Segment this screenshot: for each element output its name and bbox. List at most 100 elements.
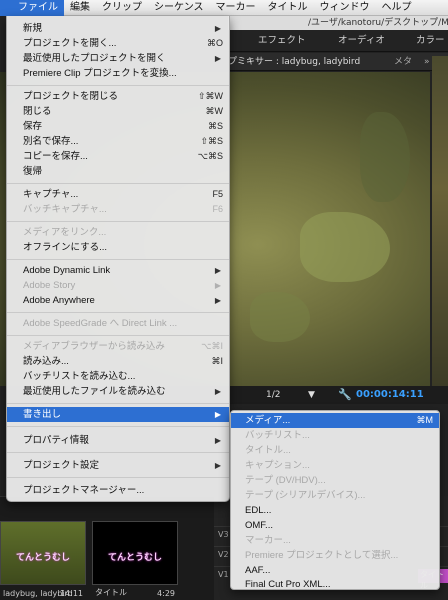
menu-item-project-settings[interactable]: プロジェクト設定 ▶	[7, 458, 229, 473]
menu-item-revert[interactable]: 復帰	[7, 164, 229, 179]
shortcut: ⌘S	[207, 121, 223, 131]
menu-item-export-markers: マーカー...	[245, 535, 291, 546]
shortcut: ⌘M	[416, 415, 434, 425]
shortcut: F5	[212, 189, 223, 199]
track-label: V2	[218, 550, 229, 559]
menu-item-dynamic-link[interactable]: Adobe Dynamic Link ▶	[7, 263, 229, 278]
submenu-arrow-icon: ▶	[214, 296, 221, 305]
submenu-arrow-icon: ▶	[214, 436, 221, 445]
menu-bar: ファイル 編集 クリップ シーケンス マーカー タイトル ウィンドウ ヘルプ	[0, 0, 448, 16]
menu-title[interactable]: タイトル	[262, 0, 314, 16]
menu-separator	[7, 335, 229, 336]
shortcut: ⇧⌘W	[197, 91, 223, 101]
menu-item-save-copy[interactable]: コピーを保存... ⌥⌘S	[7, 149, 229, 164]
menu-help[interactable]: ヘルプ	[376, 0, 418, 16]
file-menu: 新規 ▶ プロジェクトを開く... ⌘O 最近使用したプロジェクトを開く ▶ Prem…	[6, 16, 230, 502]
menu-item-export-fcp-xml[interactable]: Final Cut Pro XML...	[231, 577, 439, 592]
menu-item-import-recent-file[interactable]: 最近使用したファイルを読み込む ▶	[7, 384, 229, 399]
foliage-blur	[300, 212, 390, 282]
menu-item-save[interactable]: 保存 ⌘S	[7, 119, 229, 134]
menu-item-link-media: メディアをリンク...	[23, 227, 107, 238]
submenu-arrow-icon: ▶	[214, 266, 221, 275]
clip-duration: 4:29	[157, 589, 175, 598]
menu-item-export-tape-serial: テープ (シリアルデバイス)...	[245, 490, 366, 501]
menu-item-convert-clip[interactable]: Premiere Clip プロジェクトを変換...	[7, 66, 229, 81]
submenu-arrow-icon: ▶	[214, 24, 221, 33]
menu-separator	[7, 403, 229, 404]
shortcut: ⇧⌘S	[200, 136, 223, 146]
menu-marker[interactable]: マーカー	[210, 0, 262, 16]
panel-overflow-icon[interactable]: »	[424, 53, 430, 70]
menu-window[interactable]: ウィンドウ	[314, 0, 376, 16]
menu-item-import-batch-list[interactable]: バッチリストを読み込む...	[7, 369, 229, 384]
export-submenu: メディア... ⌘M バッチリスト... タイトル... キャプション... テー…	[230, 410, 440, 590]
menu-item-export-omf[interactable]: OMF...	[231, 518, 439, 533]
menu-item-export[interactable]: 書き出し ▶	[7, 407, 229, 422]
menu-item-speedgrade-link: Adobe SpeedGrade へ Direct Link ...	[23, 318, 178, 329]
menu-item-export-premiere-project: Premiere プロジェクトとして選択...	[245, 550, 399, 561]
workspace-tabs: エフェクト オーディオ カラー	[228, 30, 448, 52]
source-monitor-video	[432, 56, 448, 386]
track-label: V3	[218, 530, 229, 539]
menu-separator	[7, 259, 229, 260]
menu-item-export-edl[interactable]: EDL...	[231, 503, 439, 518]
project-panel: てんとうむし ladybug, ladybird 14:11 てんとうむし タイ…	[0, 496, 214, 600]
menu-item-adobe-story: Adobe Story ▶	[23, 280, 221, 291]
menu-item-save-as[interactable]: 別名で保存... ⇧⌘S	[7, 134, 229, 149]
menu-item-new[interactable]: 新規 ▶	[7, 21, 229, 36]
foliage-blur	[250, 292, 310, 342]
menu-edit[interactable]: 編集	[64, 0, 96, 16]
menu-item-export-captions: キャプション...	[245, 460, 310, 471]
window-path: /ユーザ/kanotoru/デスクトップ/MyPr	[228, 16, 448, 30]
submenu-arrow-icon: ▶	[214, 54, 221, 63]
apple-menu[interactable]	[0, 0, 12, 16]
project-clip-thumbnail[interactable]: てんとうむし タイトル 4:29	[92, 521, 178, 598]
chevron-down-icon[interactable]: ▼	[308, 386, 315, 404]
menu-item-properties[interactable]: プロパティ情報 ▶	[7, 433, 229, 448]
menu-item-batch-capture: バッチキャプチャ... F6	[23, 204, 223, 215]
menu-item-capture[interactable]: キャプチャ... F5	[7, 187, 229, 202]
clip-duration: 14:11	[59, 589, 83, 598]
menu-item-make-offline[interactable]: オフラインにする...	[7, 240, 229, 255]
submenu-arrow-icon: ▶	[214, 281, 221, 290]
shortcut: ⌘I	[211, 356, 223, 366]
tab-effects[interactable]: エフェクト	[258, 30, 306, 52]
menu-item-import-media-browser: メディアブラウザーから読み込み ⌥⌘I	[23, 341, 223, 352]
menu-item-export-aaf[interactable]: AAF...	[231, 563, 439, 578]
playback-resolution[interactable]: 1/2	[266, 386, 280, 404]
program-timecode[interactable]: 00:00:14:11	[356, 386, 424, 404]
wrench-icon[interactable]: 🔧	[338, 386, 352, 404]
menu-item-export-media[interactable]: メディア... ⌘M	[231, 413, 439, 428]
clip-title-text: てんとうむし	[15, 553, 70, 563]
submenu-arrow-icon: ▶	[214, 461, 221, 470]
clip-title-text: てんとうむし	[107, 553, 162, 563]
menu-item-close[interactable]: 閉じる ⌘W	[7, 104, 229, 119]
shortcut: ⌥⌘I	[201, 341, 223, 351]
menu-item-import[interactable]: 読み込み... ⌘I	[7, 354, 229, 369]
menu-separator	[7, 221, 229, 222]
menu-item-project-manager[interactable]: プロジェクトマネージャー...	[7, 483, 229, 498]
submenu-arrow-icon: ▶	[214, 410, 221, 419]
tab-audio[interactable]: オーディオ	[338, 30, 385, 52]
menu-separator	[7, 183, 229, 184]
shortcut: F6	[212, 204, 223, 214]
menu-clip[interactable]: クリップ	[96, 0, 148, 16]
menu-sequence[interactable]: シーケンス	[148, 0, 210, 16]
menu-file[interactable]: ファイル	[12, 0, 64, 16]
shortcut: ⌘W	[205, 106, 224, 116]
tab-color[interactable]: カラー	[416, 30, 445, 52]
menu-item-close-project[interactable]: プロジェクトを閉じる ⇧⌘W	[7, 89, 229, 104]
program-tab-label: プミキサー : ladybug, ladybird	[228, 57, 361, 67]
shortcut: ⌘O	[206, 38, 223, 48]
menu-item-export-title: タイトル...	[245, 445, 291, 456]
project-clip-thumbnail[interactable]: てんとうむし ladybug, ladybird 14:11	[0, 521, 86, 598]
menu-item-open-project[interactable]: プロジェクトを開く... ⌘O	[7, 36, 229, 51]
tab-metadata[interactable]: メタ	[394, 53, 412, 70]
menu-item-adobe-anywhere[interactable]: Adobe Anywhere ▶	[7, 293, 229, 308]
program-panel-tab[interactable]: プミキサー : ladybug, ladybird メタ »	[228, 53, 448, 71]
menu-separator	[7, 85, 229, 86]
menu-separator	[7, 426, 229, 427]
menu-item-open-recent-project[interactable]: 最近使用したプロジェクトを開く ▶	[7, 51, 229, 66]
clip-name: タイトル	[95, 588, 127, 597]
menu-item-export-batch-list: バッチリスト...	[245, 430, 310, 441]
